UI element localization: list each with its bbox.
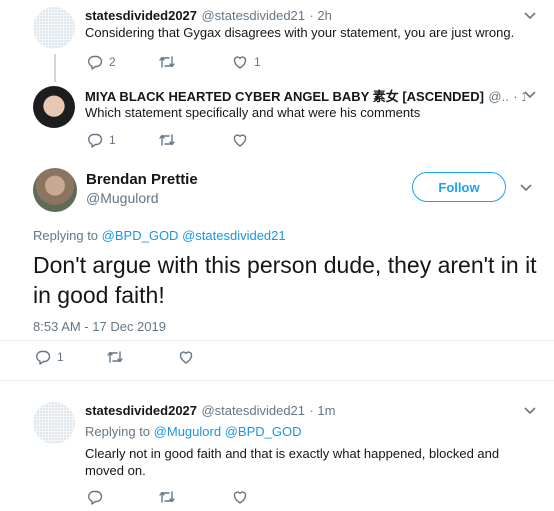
reply-icon [35, 349, 51, 365]
tweet-author-name[interactable]: MIYA BLACK HEARTED CYBER ANGEL BABY 素女 [… [85, 89, 484, 104]
replying-to-prefix: Replying to [33, 228, 99, 243]
heart-icon [232, 132, 248, 148]
tweet-time[interactable]: · 1m [309, 403, 335, 418]
tweet-author-handle[interactable]: @.. [488, 89, 508, 104]
tweet-1-header: statesdivided2027 @statesdivided21 · 2h [85, 7, 332, 25]
replying-to: Replying to @Mugulord @BPD_GOD [85, 424, 301, 439]
like-button[interactable]: 1 [232, 54, 261, 70]
mention-link[interactable]: @BPD_GOD [225, 424, 302, 439]
tweet-text: Which statement specifically and what we… [85, 105, 421, 120]
reply-count: 2 [109, 55, 116, 69]
reply-button[interactable]: 1 [87, 132, 116, 148]
retweet-button[interactable] [106, 349, 124, 365]
tweet-author-handle[interactable]: @statesdivided21 [201, 8, 305, 23]
like-button[interactable] [232, 489, 248, 505]
divider [0, 380, 554, 381]
tweet-2-header: MIYA BLACK HEARTED CYBER ANGEL BABY 素女 [… [85, 86, 525, 106]
reply-count: 1 [109, 133, 116, 147]
heart-icon [232, 489, 248, 505]
reply-button[interactable]: 1 [35, 349, 64, 365]
main-author-name[interactable]: Brendan Prettie [86, 171, 198, 188]
tweet-text: Clearly not in good faith and that is ex… [85, 446, 500, 478]
chevron-down-icon[interactable] [524, 407, 536, 415]
retweet-icon [106, 349, 124, 365]
chevron-down-icon[interactable] [520, 184, 532, 192]
tweet-text: Considering that Gygax disagrees with yo… [85, 25, 515, 40]
tweet-time[interactable]: · 2h [309, 8, 331, 23]
chevron-down-icon[interactable] [524, 91, 536, 99]
reply-icon [87, 54, 103, 70]
avatar-statesdivided[interactable] [33, 7, 75, 49]
main-tweet-text: Don't argue with this person dude, they … [33, 252, 537, 308]
divider [0, 340, 554, 341]
replying-to: Replying to @BPD_GOD @statesdivided21 [33, 228, 286, 243]
main-author-handle[interactable]: @Mugulord [86, 190, 159, 206]
heart-icon [178, 349, 194, 365]
avatar-statesdivided[interactable] [33, 402, 75, 444]
retweet-button[interactable] [158, 489, 176, 505]
like-button[interactable] [232, 132, 248, 148]
retweet-button[interactable] [158, 132, 176, 148]
retweet-button[interactable] [158, 54, 176, 70]
reply-button[interactable]: 2 [87, 54, 116, 70]
reply-icon [87, 132, 103, 148]
reply-icon [87, 489, 103, 505]
thread-connector [54, 54, 56, 82]
reply-button[interactable] [87, 489, 103, 505]
like-count: 1 [254, 55, 261, 69]
avatar-miya[interactable] [33, 86, 75, 128]
tweet-author-handle[interactable]: @statesdivided21 [201, 403, 305, 418]
mention-link[interactable]: @BPD_GOD [102, 228, 179, 243]
tweet-author-name[interactable]: statesdivided2027 [85, 403, 197, 418]
follow-button[interactable]: Follow [412, 172, 506, 202]
reply-tweet-header: statesdivided2027 @statesdivided21 · 1m [85, 402, 335, 420]
chevron-down-icon[interactable] [524, 12, 536, 20]
tweet-author-name[interactable]: statesdivided2027 [85, 8, 197, 23]
avatar-brendan[interactable] [33, 168, 77, 212]
replying-to-prefix: Replying to [85, 424, 151, 439]
mention-link[interactable]: @Mugulord [154, 424, 221, 439]
heart-icon [232, 54, 248, 70]
main-tweet-timestamp[interactable]: 8:53 AM - 17 Dec 2019 [33, 319, 166, 334]
retweet-icon [158, 132, 176, 148]
reply-count: 1 [57, 350, 64, 364]
retweet-icon [158, 489, 176, 505]
mention-link[interactable]: @statesdivided21 [182, 228, 286, 243]
like-button[interactable] [178, 349, 194, 365]
retweet-icon [158, 54, 176, 70]
